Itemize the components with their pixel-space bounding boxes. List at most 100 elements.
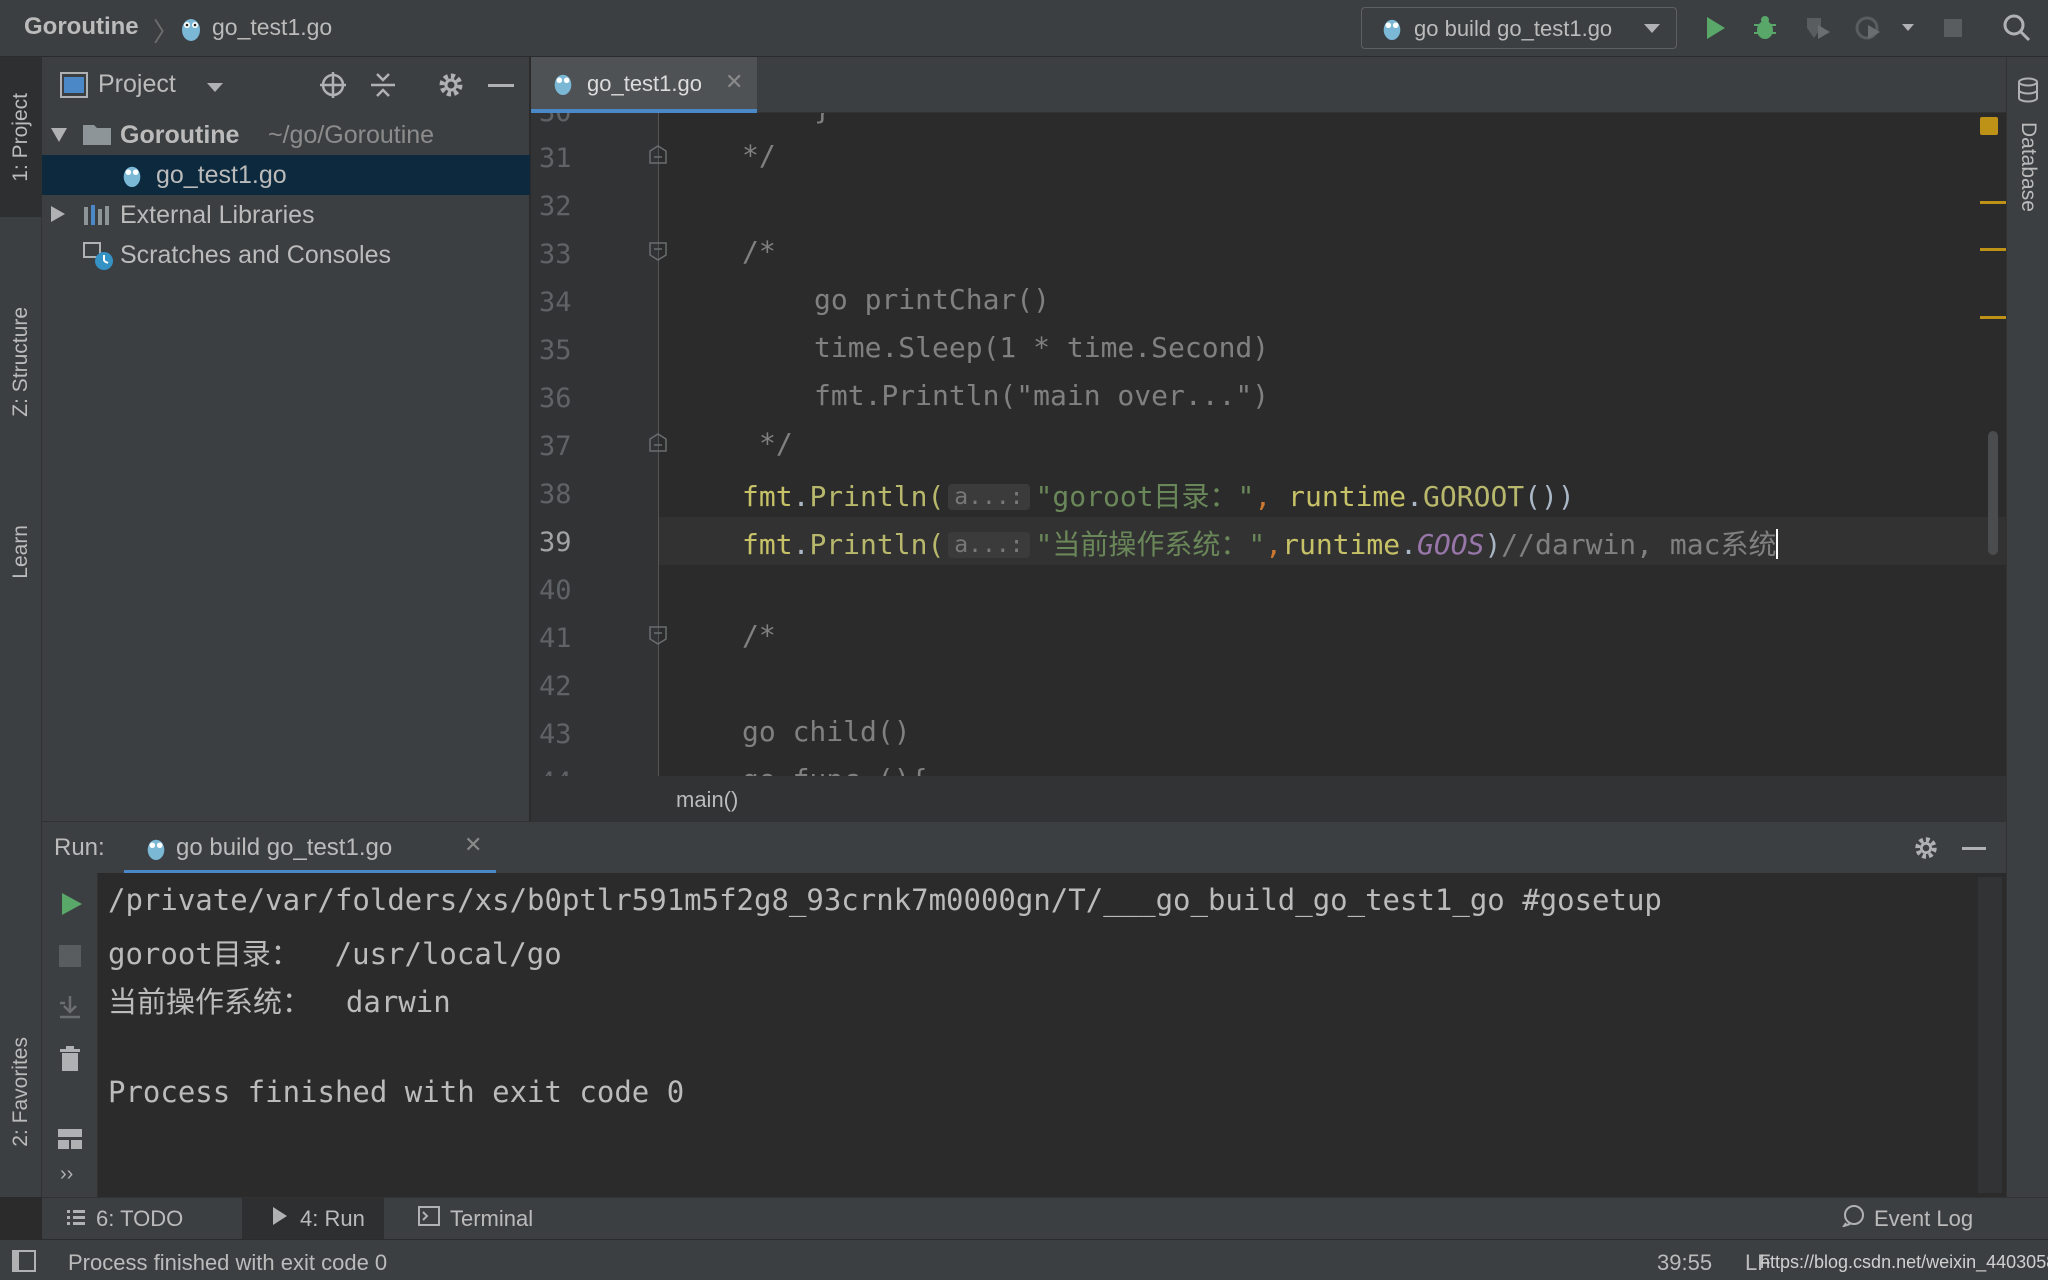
- console-line: Process finished with exit code 0: [108, 1075, 685, 1109]
- terminal-icon: [418, 1206, 440, 1232]
- editor-tab-bar: go_test1.go ✕: [531, 57, 2006, 113]
- tool-tab-terminal[interactable]: Terminal: [384, 1198, 554, 1240]
- tool-tab-todo[interactable]: 6: TODO: [52, 1198, 242, 1240]
- project-view-selector[interactable]: Project: [98, 70, 176, 99]
- locate-file-icon[interactable]: [318, 70, 348, 105]
- search-icon[interactable]: [2002, 13, 2032, 43]
- run-configuration-selector[interactable]: go build go_test1.go: [1361, 7, 1677, 49]
- run-configuration-label: go build go_test1.go: [1414, 16, 1613, 41]
- tool-tab-learn-label: Learn: [9, 525, 32, 579]
- editor-scrollbar-thumb[interactable]: [1988, 431, 1998, 555]
- tab-go-test1[interactable]: go_test1.go ✕: [531, 57, 757, 113]
- tool-tab-run[interactable]: 4: Run: [242, 1198, 384, 1240]
- console-line: /private/var/folders/xs/b0ptlr591m5f2g8_…: [108, 883, 1662, 917]
- code-line: time.Sleep(1 * time.Second): [814, 331, 1270, 364]
- chevron-down-icon[interactable]: [206, 81, 224, 99]
- rerun-icon[interactable]: [58, 891, 84, 922]
- close-icon[interactable]: ✕: [464, 832, 482, 858]
- code-token: ,: [1265, 528, 1283, 561]
- tool-tab-terminal-label: Terminal: [450, 1206, 534, 1231]
- code-token: ,: [1254, 480, 1272, 513]
- tool-tab-run-label: 4: Run: [300, 1206, 365, 1231]
- debug-icon[interactable]: [1750, 13, 1780, 43]
- stop-icon[interactable]: [59, 945, 81, 967]
- code-token: fmt: [742, 528, 793, 561]
- code-line: /*: [742, 619, 776, 652]
- fold-marker-icon[interactable]: [648, 433, 668, 453]
- tool-tab-todo-label: 6: TODO: [96, 1206, 184, 1231]
- scrollbar-warning-mark[interactable]: [1980, 248, 2006, 251]
- status-message: Process finished with exit code 0: [68, 1250, 388, 1275]
- tool-tab-database[interactable]: Database: [2007, 107, 2048, 227]
- trash-icon[interactable]: [58, 1045, 82, 1078]
- more-icon[interactable]: ››: [60, 1163, 73, 1186]
- library-icon: [82, 203, 112, 232]
- fold-marker-icon[interactable]: [648, 241, 668, 261]
- bottom-tool-tabs: 6: TODO 4: Run Terminal Event Log: [42, 1197, 2048, 1240]
- tree-item-external-libraries[interactable]: External Libraries: [42, 195, 530, 235]
- warning-indicator-icon[interactable]: [1980, 117, 1998, 135]
- tool-tab-project[interactable]: 1: Project: [0, 57, 42, 217]
- code-editor[interactable]: 30 31 32 33 34 35 36 37 38 39 40 41 42 4…: [531, 113, 2006, 776]
- collapsed-arrow-icon[interactable]: [50, 205, 66, 228]
- minimize-icon[interactable]: [1962, 847, 1986, 850]
- text-caret: [1776, 529, 1779, 559]
- gear-icon[interactable]: [436, 70, 466, 105]
- close-icon[interactable]: ✕: [725, 69, 743, 95]
- breadcrumb-file[interactable]: go_test1.go: [212, 14, 332, 41]
- minimize-icon[interactable]: [488, 84, 514, 87]
- tab-label: go_test1.go: [587, 71, 702, 96]
- scrollbar-warning-mark[interactable]: [1980, 201, 2006, 204]
- left-tool-strip: 1: Project Z: Structure Learn 2: Favorit…: [0, 57, 42, 1197]
- layout-icon[interactable]: [56, 1127, 84, 1156]
- tree-item-project-root[interactable]: Goroutine ~/go/Goroutine: [42, 115, 530, 155]
- toggle-tool-windows-icon[interactable]: [12, 1250, 36, 1277]
- scroll-to-end-icon[interactable]: [56, 993, 84, 1026]
- event-log-button[interactable]: Event Log: [1841, 1198, 2022, 1240]
- code-token: runtime: [1282, 528, 1401, 561]
- fold-marker-icon[interactable]: [648, 625, 668, 645]
- line-number: 32: [539, 191, 572, 222]
- tree-item-label: External Libraries: [120, 201, 315, 229]
- run-console-output[interactable]: /private/var/folders/xs/b0ptlr591m5f2g8_…: [98, 873, 2006, 1197]
- gopher-icon: [144, 834, 168, 867]
- editor-breadcrumb-bar: main(): [531, 776, 2006, 821]
- code-line: go printChar(): [814, 283, 1051, 316]
- navigation-bar: Goroutine 〉 go_test1.go go build go_test…: [0, 0, 2048, 57]
- speech-bubble-icon: [1841, 1205, 1866, 1233]
- watermark-text: https://blog.csdn.net/weixin_44030580: [1760, 1252, 2048, 1272]
- collapse-all-icon[interactable]: [368, 70, 398, 105]
- gopher-file-icon: [551, 69, 575, 102]
- project-panel-header: Project: [42, 57, 530, 113]
- tree-item-go-file[interactable]: go_test1.go: [42, 155, 530, 195]
- line-number: 39: [539, 527, 572, 558]
- line-number: 38: [539, 479, 572, 510]
- console-line: 当前操作系统： darwin: [108, 985, 451, 1019]
- breadcrumb-function[interactable]: main(): [676, 787, 738, 813]
- database-icon: [2016, 77, 2040, 108]
- breadcrumb-project[interactable]: Goroutine: [24, 13, 139, 41]
- event-log-label: Event Log: [1874, 1206, 1974, 1231]
- gear-icon[interactable]: [1912, 834, 1940, 867]
- stop-icon[interactable]: [1938, 13, 1968, 43]
- run-icon[interactable]: [1700, 13, 1730, 43]
- run-with-coverage-icon[interactable]: [1802, 13, 1832, 43]
- tool-tab-learn[interactable]: Learn: [0, 497, 42, 607]
- code-token: GOROOT: [1423, 480, 1525, 513]
- code-line: go func (){: [742, 763, 927, 776]
- console-scrollbar[interactable]: [1978, 877, 2002, 1193]
- line-number: 33: [539, 239, 572, 270]
- code-line: }: [814, 113, 831, 126]
- gopher-file-icon: [120, 161, 144, 194]
- tool-tab-favorites[interactable]: 2: Favorites: [0, 1002, 42, 1182]
- caret-position[interactable]: 39:55: [1657, 1250, 1712, 1276]
- chevron-down-icon[interactable]: [1900, 20, 1916, 36]
- scrollbar-warning-mark[interactable]: [1980, 316, 2006, 319]
- code-token: ): [1484, 528, 1502, 561]
- run-tab-go-build[interactable]: go build go_test1.go ✕: [124, 822, 496, 874]
- tool-tab-structure[interactable]: Z: Structure: [0, 247, 42, 477]
- tree-item-scratches[interactable]: Scratches and Consoles: [42, 235, 530, 275]
- profile-icon[interactable]: [1854, 13, 1884, 43]
- expanded-arrow-icon[interactable]: [50, 127, 68, 148]
- fold-marker-icon[interactable]: [648, 145, 668, 165]
